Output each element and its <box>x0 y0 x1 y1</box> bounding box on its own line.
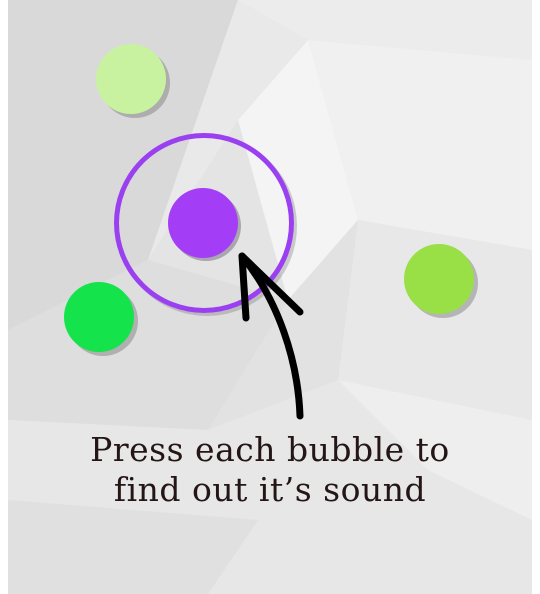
hint-line-1: Press each bubble to <box>90 430 450 469</box>
hint-line-2: find out it’s sound <box>113 470 427 509</box>
tutorial-hint: Press each bubble to find out it’s sound <box>8 430 532 510</box>
game-stage: Press each bubble to find out it’s sound <box>8 0 532 594</box>
